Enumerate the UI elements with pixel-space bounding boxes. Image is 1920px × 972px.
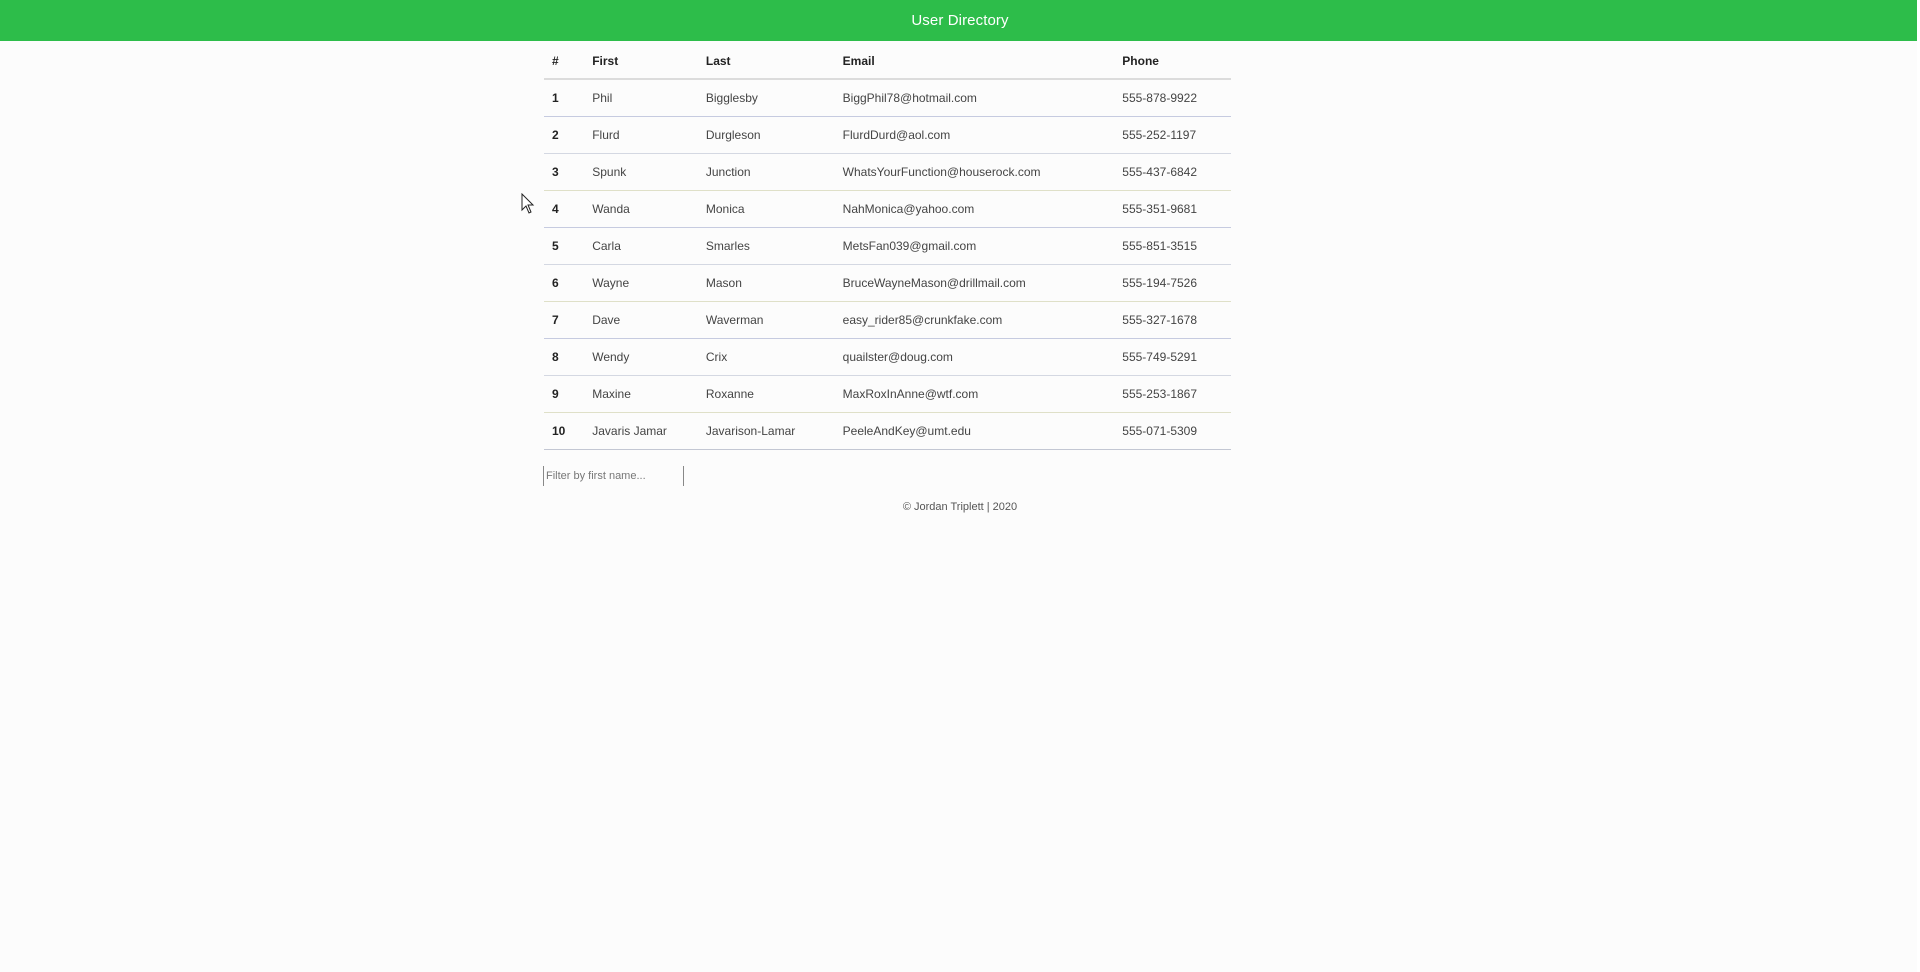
cell-phone: 555-071-5309	[1114, 412, 1231, 450]
cell-number: 1	[544, 79, 585, 117]
column-header-first[interactable]: First	[584, 43, 698, 80]
cell-last-name: Monica	[697, 190, 835, 228]
table-header: # First Last Email Phone	[544, 43, 1231, 80]
cell-first-name: Phil	[584, 79, 698, 117]
cell-last-name: Mason	[697, 264, 835, 302]
page: User Directory # First Last Email Phone …	[0, 0, 1920, 972]
cell-phone: 555-252-1197	[1114, 116, 1231, 154]
table-row: 9 Maxine Roxanne MaxRoxInAnne@wtf.com 55…	[544, 375, 1231, 413]
app-header: User Directory	[0, 0, 1920, 41]
cell-phone: 555-327-1678	[1114, 301, 1231, 339]
cell-last-name: Waverman	[697, 301, 835, 339]
cell-email: quailster@doug.com	[834, 338, 1115, 376]
cell-first-name: Flurd	[584, 116, 698, 154]
table-row: 10 Javaris Jamar Javarison-Lamar PeeleAn…	[544, 412, 1231, 450]
cell-email: PeeleAndKey@umt.edu	[834, 412, 1115, 450]
cell-first-name: Wayne	[584, 264, 698, 302]
cell-first-name: Javaris Jamar	[584, 412, 698, 450]
table-row: 5 Carla Smarles MetsFan039@gmail.com 555…	[544, 227, 1231, 265]
cell-email: MaxRoxInAnne@wtf.com	[834, 375, 1115, 413]
cell-phone: 555-878-9922	[1114, 79, 1231, 117]
cell-email: FlurdDurd@aol.com	[834, 116, 1115, 154]
table-row: 4 Wanda Monica NahMonica@yahoo.com 555-3…	[544, 190, 1231, 228]
cell-first-name: Wanda	[584, 190, 698, 228]
mouse-pointer-icon	[521, 193, 535, 214]
cell-first-name: Wendy	[584, 338, 698, 376]
table-row: 1 Phil Bigglesby BiggPhil78@hotmail.com …	[544, 79, 1231, 117]
cell-number: 2	[544, 116, 585, 154]
cell-email: WhatsYourFunction@houserock.com	[834, 153, 1115, 191]
cell-number: 5	[544, 227, 585, 265]
table-body: 1 Phil Bigglesby BiggPhil78@hotmail.com …	[544, 79, 1231, 450]
cell-first-name: Maxine	[584, 375, 698, 413]
cell-first-name: Spunk	[584, 153, 698, 191]
cell-email: BiggPhil78@hotmail.com	[834, 79, 1115, 117]
cell-phone: 555-851-3515	[1114, 227, 1231, 265]
cell-last-name: Durgleson	[697, 116, 835, 154]
cell-phone: 555-749-5291	[1114, 338, 1231, 376]
column-header-phone[interactable]: Phone	[1114, 43, 1231, 80]
cell-last-name: Smarles	[697, 227, 835, 265]
user-table: # First Last Email Phone 1 Phil Bigglesb…	[544, 43, 1231, 450]
cell-last-name: Crix	[697, 338, 835, 376]
cell-number: 10	[544, 412, 585, 450]
cell-number: 7	[544, 301, 585, 339]
table-row: 7 Dave Waverman easy_rider85@crunkfake.c…	[544, 301, 1231, 339]
cell-phone: 555-351-9681	[1114, 190, 1231, 228]
cell-phone: 555-253-1867	[1114, 375, 1231, 413]
column-header-number[interactable]: #	[544, 43, 585, 80]
page-footer: © Jordan Triplett | 2020	[0, 501, 1920, 513]
cell-number: 9	[544, 375, 585, 413]
cell-phone: 555-194-7526	[1114, 264, 1231, 302]
cell-last-name: Junction	[697, 153, 835, 191]
cell-last-name: Bigglesby	[697, 79, 835, 117]
table-row: 3 Spunk Junction WhatsYourFunction@house…	[544, 153, 1231, 191]
cell-email: BruceWayneMason@drillmail.com	[834, 264, 1115, 302]
table-row: 8 Wendy Crix quailster@doug.com 555-749-…	[544, 338, 1231, 376]
cell-email: easy_rider85@crunkfake.com	[834, 301, 1115, 339]
cell-number: 8	[544, 338, 585, 376]
copyright-text: © Jordan Triplett | 2020	[902, 501, 1018, 513]
cell-number: 3	[544, 153, 585, 191]
cell-phone: 555-437-6842	[1114, 153, 1231, 191]
first-name-filter-input[interactable]	[543, 466, 684, 486]
user-table-container: # First Last Email Phone 1 Phil Bigglesb…	[544, 43, 1231, 450]
cell-last-name: Roxanne	[697, 375, 835, 413]
table-row: 2 Flurd Durgleson FlurdDurd@aol.com 555-…	[544, 116, 1231, 154]
cell-number: 4	[544, 190, 585, 228]
cell-first-name: Carla	[584, 227, 698, 265]
page-title: User Directory	[911, 12, 1009, 29]
cell-number: 6	[544, 264, 585, 302]
table-header-row: # First Last Email Phone	[544, 43, 1231, 80]
column-header-email[interactable]: Email	[834, 43, 1115, 80]
cell-email: MetsFan039@gmail.com	[834, 227, 1115, 265]
column-header-last[interactable]: Last	[697, 43, 835, 80]
table-row: 6 Wayne Mason BruceWayneMason@drillmail.…	[544, 264, 1231, 302]
cell-last-name: Javarison-Lamar	[697, 412, 835, 450]
cell-first-name: Dave	[584, 301, 698, 339]
cell-email: NahMonica@yahoo.com	[834, 190, 1115, 228]
